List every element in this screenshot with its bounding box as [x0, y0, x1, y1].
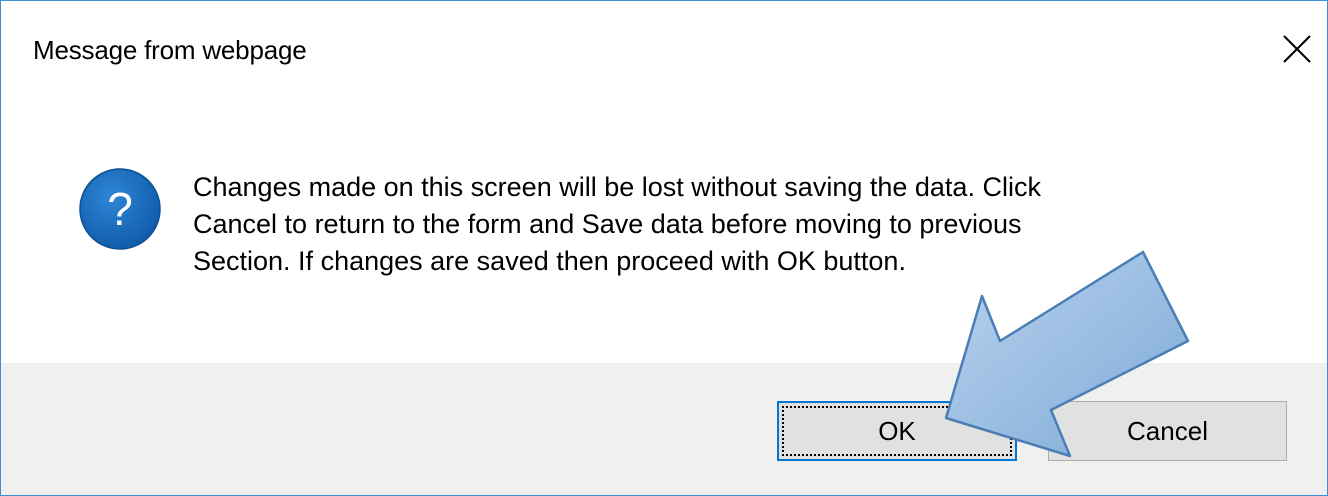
dialog-content: ? Changes made on this screen will be lo… [1, 101, 1327, 363]
message-line: Cancel to return to the form and Save da… [193, 209, 1022, 239]
message-line: Changes made on this screen will be lost… [193, 172, 1041, 202]
question-icon: ? [79, 168, 161, 250]
ok-button[interactable]: OK [777, 401, 1017, 461]
button-bar: OK Cancel [1, 363, 1327, 495]
dialog-title: Message from webpage [33, 35, 307, 65]
message-line: Section. If changes are saved then proce… [193, 246, 906, 276]
close-icon [1283, 35, 1311, 63]
message-dialog: Message from webpage ? Changes made on t… [0, 0, 1328, 496]
close-button[interactable] [1267, 19, 1327, 79]
message-text: Changes made on this screen will be lost… [193, 169, 1273, 280]
title-bar[interactable]: Message from webpage [1, 1, 1327, 101]
question-glyph: ? [107, 183, 133, 235]
cancel-button[interactable]: Cancel [1048, 401, 1287, 461]
